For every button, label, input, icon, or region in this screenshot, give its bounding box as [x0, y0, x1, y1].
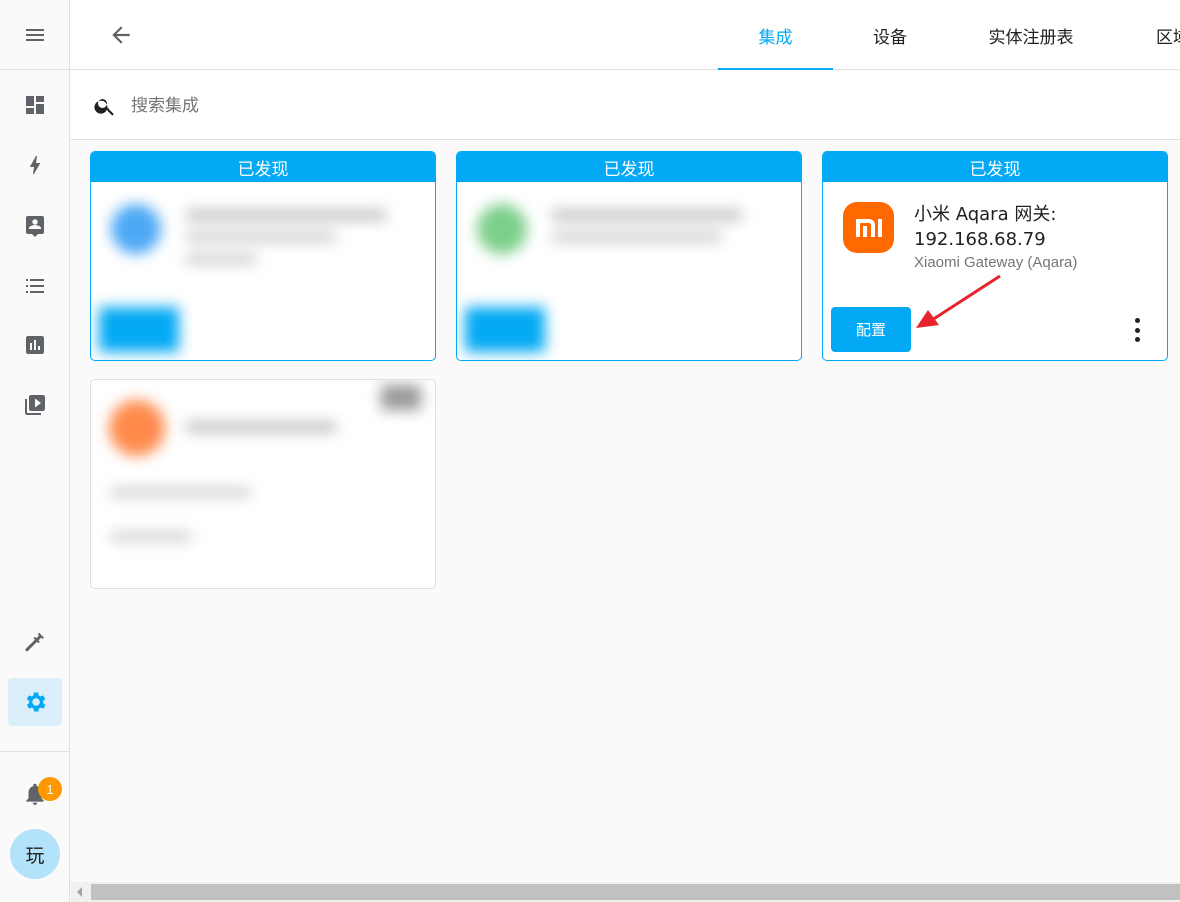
tab-areas[interactable]: 区域: [1156, 0, 1180, 70]
history-icon[interactable]: [8, 321, 62, 369]
configure-button[interactable]: 配置: [831, 307, 911, 352]
search-input[interactable]: [129, 89, 733, 123]
top-bar: 集成 设备 实体注册表 区域: [70, 0, 1180, 70]
settings-icon[interactable]: [8, 678, 62, 726]
media-icon[interactable]: [8, 381, 62, 429]
horizontal-scrollbar[interactable]: [71, 882, 1180, 902]
scrollbar-thumb[interactable]: [91, 884, 1180, 900]
sidebar: 1 玩: [0, 0, 70, 902]
menu-icon[interactable]: [0, 0, 70, 70]
tab-integrations[interactable]: 集成: [718, 0, 833, 70]
avatar[interactable]: 玩: [10, 829, 60, 879]
notification-badge: 1: [38, 777, 62, 801]
developer-tools-icon[interactable]: [8, 618, 62, 666]
discovered-card: 已发现: [90, 151, 436, 361]
integration-card: [90, 379, 436, 589]
search-icon: [93, 94, 117, 122]
card-header: 已发现: [457, 152, 801, 182]
annotation-arrow: [916, 274, 1001, 328]
blurred-content: [91, 380, 435, 588]
tab-entities[interactable]: 实体注册表: [970, 0, 1092, 70]
arrow-left-icon[interactable]: [106, 20, 136, 50]
card-header: 已发现: [91, 152, 435, 182]
todo-list-icon[interactable]: [8, 262, 62, 310]
device-subtitle: Xiaomi Gateway (Aqara): [914, 254, 1078, 271]
blurred-content: [457, 182, 801, 360]
tab-devices[interactable]: 设备: [840, 0, 940, 70]
dashboard-icon[interactable]: [8, 81, 62, 129]
card-header: 已发现: [823, 152, 1167, 182]
scroll-left-icon[interactable]: [77, 887, 82, 897]
device-title: 小米 Aqara 网关: 192.168.68.79: [914, 204, 1057, 250]
xiaomi-logo-icon: [843, 202, 894, 253]
more-vert-icon[interactable]: [1133, 318, 1141, 342]
logbook-icon[interactable]: [8, 201, 62, 249]
blurred-content: [91, 182, 435, 360]
sidebar-divider: [0, 751, 70, 752]
energy-icon[interactable]: [8, 141, 62, 189]
search-bar: [71, 71, 1180, 140]
discovered-card: 已发现: [456, 151, 802, 361]
